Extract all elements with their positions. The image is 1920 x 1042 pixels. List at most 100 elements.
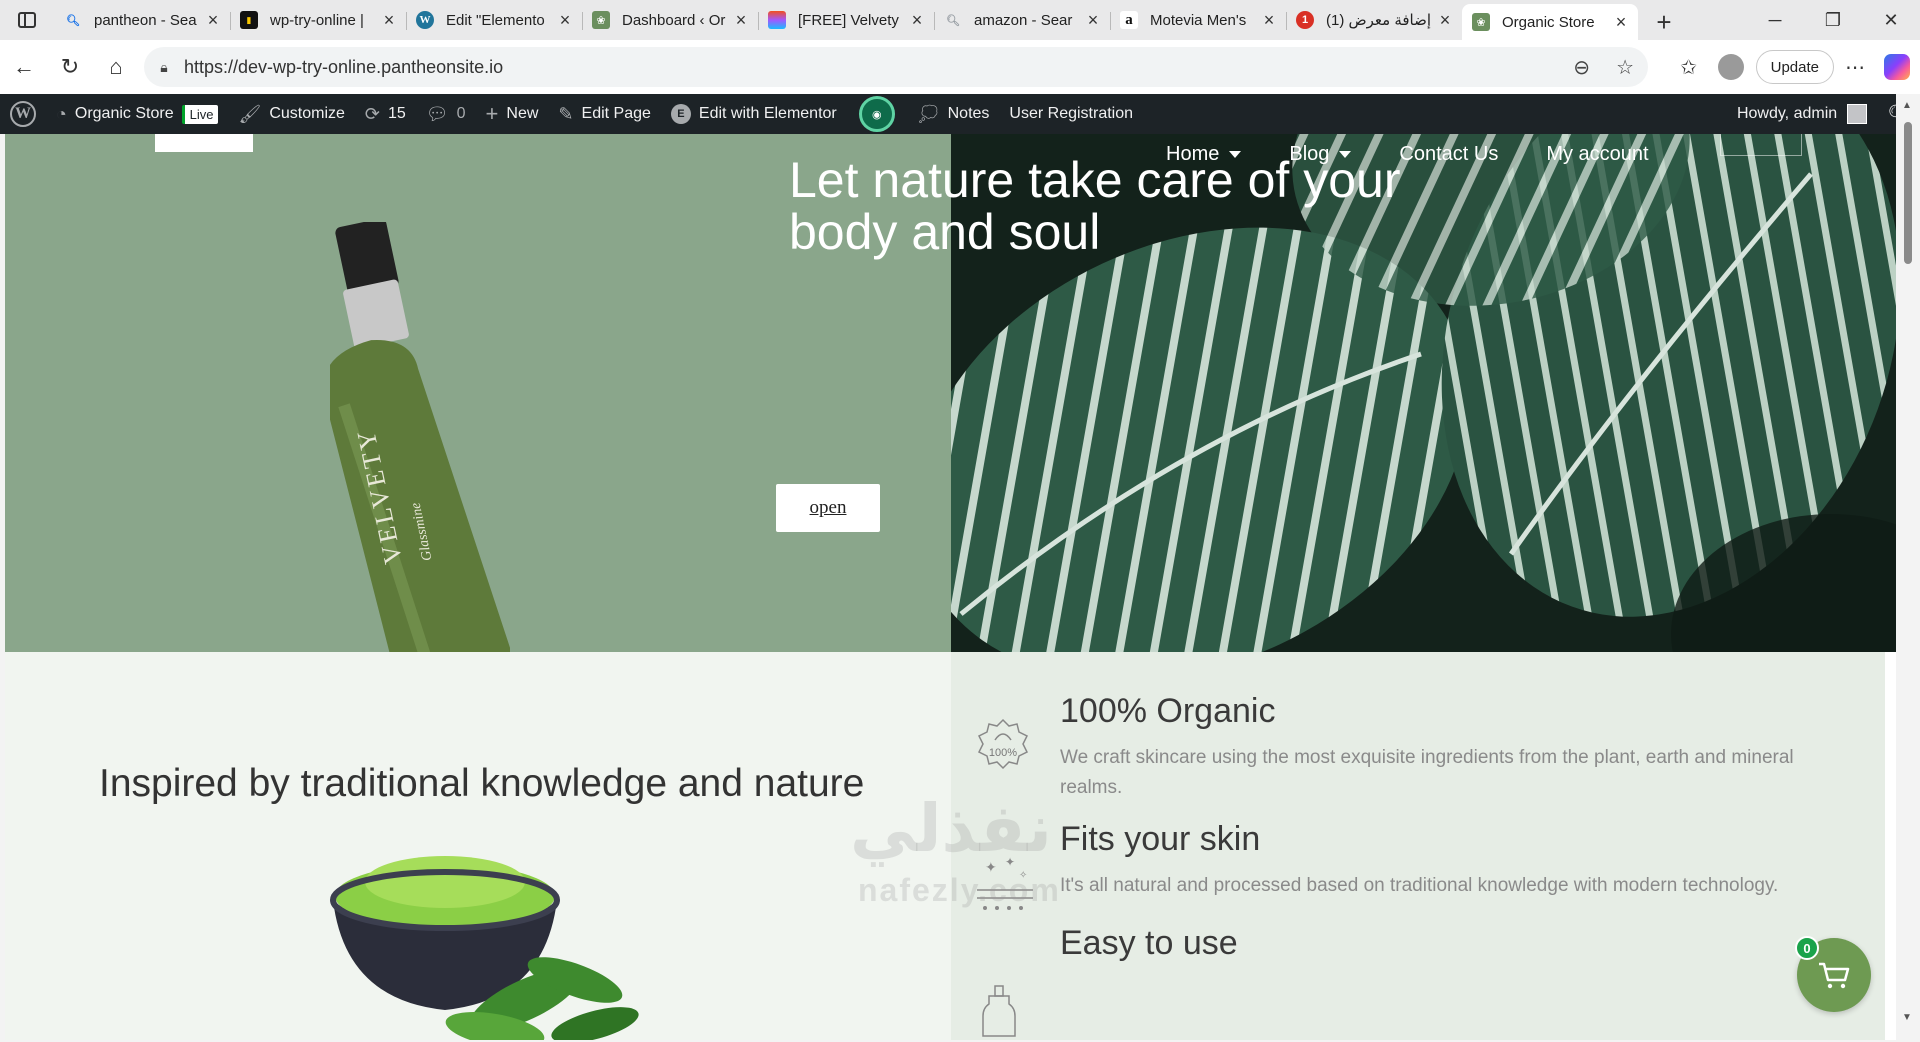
profile-avatar[interactable] (1717, 54, 1744, 80)
feature-title: Easy to use (1060, 924, 1238, 962)
updates-icon: ⟳ (364, 103, 380, 124)
feature-fits-skin: Fits your skin It's all natural and proc… (1060, 820, 1840, 901)
nav-account[interactable]: My account (1546, 143, 1648, 166)
pantheon-favicon-icon: ▮ (240, 11, 258, 29)
close-icon[interactable]: × (1436, 10, 1454, 31)
browser-tab-0[interactable]: 🔍︎ pantheon - Sea × (54, 3, 230, 37)
page-scrollbar[interactable]: ▲ ▼ (1896, 94, 1920, 1042)
favorites-icon[interactable]: ✩ (1668, 46, 1710, 88)
reload-button[interactable]: ↻ (48, 45, 92, 89)
feature-easy-use: Easy to use (1060, 924, 1840, 975)
dashboard-icon: ◔ (56, 103, 67, 124)
scroll-thumb[interactable] (1904, 122, 1912, 264)
scroll-down-icon[interactable]: ▼ (1902, 1012, 1912, 1023)
figma-favicon-icon (768, 11, 786, 29)
feature-title: 100% Organic (1060, 692, 1276, 730)
plugin-avatar-icon[interactable]: ◉ (858, 96, 895, 132)
pencil-icon: ✎ (558, 103, 574, 124)
reading-view-icon[interactable]: ⊖ (1573, 55, 1590, 80)
close-icon[interactable]: × (204, 10, 222, 31)
feature-desc: We craft skincare using the most exquisi… (1060, 747, 1794, 798)
updates-link[interactable]: ⟳ 15 (355, 94, 416, 134)
tab-title: Organic Store (1502, 13, 1595, 31)
search-favicon-icon: 🔍︎ (946, 14, 960, 27)
close-icon[interactable]: × (556, 10, 574, 31)
edit-page-label: Edit Page (581, 105, 651, 122)
feature-organic: 100% Organic We craft skincare using the… (1060, 692, 1840, 803)
inspired-heading: Inspired by traditional knowledge and na… (99, 762, 865, 805)
search-favicon-icon: 🔍︎ (66, 14, 80, 27)
site-logo[interactable] (155, 134, 253, 152)
tab-title: wp-try-online | (270, 11, 364, 29)
browser-tab-3[interactable]: ❀ Dashboard ‹ Or × (582, 3, 758, 37)
close-icon[interactable]: × (1260, 10, 1278, 31)
browser-tab-4[interactable]: [FREE] Velvety × (758, 3, 934, 37)
close-window-button[interactable]: ✕ (1862, 0, 1920, 40)
cart-icon (1819, 962, 1850, 989)
feature-desc: It's all natural and processed based on … (1060, 875, 1779, 896)
comments-count: 0 (456, 105, 466, 122)
comment-icon: 💬︎ (425, 103, 449, 124)
organic-favicon-icon: ❀ (592, 11, 610, 29)
nav-contact[interactable]: Contact Us (1399, 143, 1498, 166)
new-content-menu[interactable]: + New (476, 94, 549, 134)
browser-tab-active[interactable]: ❀ Organic Store × (1462, 4, 1638, 40)
tab-actions-button[interactable] (0, 0, 54, 40)
organic-badge-text: 100% (989, 747, 1017, 759)
new-label: New (506, 105, 539, 122)
notes-label: Notes (947, 105, 990, 122)
organic-badge-icon: 100% (977, 718, 1029, 770)
new-tab-button[interactable]: + (1644, 4, 1684, 40)
more-menu-icon[interactable]: ⋯ (1834, 46, 1876, 88)
window-controls: ─ ❐ ✕ (1746, 0, 1920, 40)
address-toolbar: ← ↻ ⌂ 🔒︎ https://dev-wp-try-online.panth… (0, 40, 1920, 94)
browser-tab-7[interactable]: 1 (1) إضافة معرض × (1286, 3, 1462, 37)
back-button[interactable]: ← (2, 45, 46, 89)
close-icon[interactable]: × (1084, 10, 1102, 31)
site-info-icon[interactable]: 🔒︎ (144, 59, 184, 76)
site-name: Organic Store (74, 105, 174, 122)
close-icon[interactable]: × (908, 10, 926, 31)
open-button[interactable]: open (776, 484, 880, 532)
minimize-button[interactable]: ─ (1746, 0, 1804, 40)
user-registration-link[interactable]: User Registration (999, 94, 1143, 134)
updates-count: 15 (387, 105, 406, 122)
feature-title: Fits your skin (1060, 820, 1261, 858)
browser-tab-2[interactable]: W Edit "Elemento × (406, 3, 582, 37)
url-text[interactable]: https://dev-wp-try-online.pantheonsite.i… (184, 57, 503, 78)
copilot-icon[interactable] (1884, 54, 1910, 80)
my-account-menu[interactable]: Howdy, admin (1727, 94, 1877, 134)
address-bar[interactable]: 🔒︎ https://dev-wp-try-online.pantheonsit… (144, 47, 1648, 87)
watermark-arabic: نفذلي (850, 791, 1052, 865)
wp-logo-menu[interactable]: W (0, 94, 46, 134)
browser-tab-5[interactable]: 🔍︎ amazon - Sear × (934, 3, 1110, 37)
elementor-icon: E (670, 104, 691, 124)
comments-link[interactable]: 💬︎ 0 (416, 94, 476, 134)
edit-elementor-label: Edit with Elementor (698, 105, 837, 122)
customize-link[interactable]: 🖌︎ Customize (228, 94, 354, 134)
notes-link[interactable]: 💭︎ Notes (907, 94, 1000, 134)
browser-tab-1[interactable]: ▮ wp-try-online | × (230, 3, 406, 37)
organic-favicon-icon: ❀ (1472, 13, 1490, 31)
home-button[interactable]: ⌂ (94, 45, 138, 89)
close-icon[interactable]: × (380, 10, 398, 31)
favorite-star-icon[interactable]: ☆ (1616, 55, 1634, 80)
site-name-menu[interactable]: ◔ Organic Store Live (46, 94, 228, 134)
watermark-latin: nafezly.com (858, 872, 1061, 908)
scroll-up-icon[interactable]: ▲ (1902, 100, 1912, 111)
header-cart-box[interactable] (1720, 134, 1802, 156)
nav-account-label: My account (1546, 142, 1649, 165)
update-button[interactable]: Update (1755, 50, 1834, 84)
user-registration-label: User Registration (1009, 105, 1134, 122)
restore-button[interactable]: ❐ (1804, 0, 1862, 40)
admin-avatar (1847, 104, 1868, 124)
wordpress-favicon-icon: W (416, 11, 434, 29)
notes-bubble-icon: 💭︎ (916, 103, 940, 124)
edit-elementor-link[interactable]: E Edit with Elementor (661, 94, 847, 134)
brush-icon: 🖌︎ (238, 103, 262, 124)
tab-title: Motevia Men's (1150, 11, 1247, 29)
close-icon[interactable]: × (1612, 12, 1630, 33)
browser-tab-6[interactable]: a Motevia Men's × (1110, 3, 1286, 37)
edit-page-link[interactable]: ✎ Edit Page (548, 94, 660, 134)
close-icon[interactable]: × (732, 10, 750, 31)
